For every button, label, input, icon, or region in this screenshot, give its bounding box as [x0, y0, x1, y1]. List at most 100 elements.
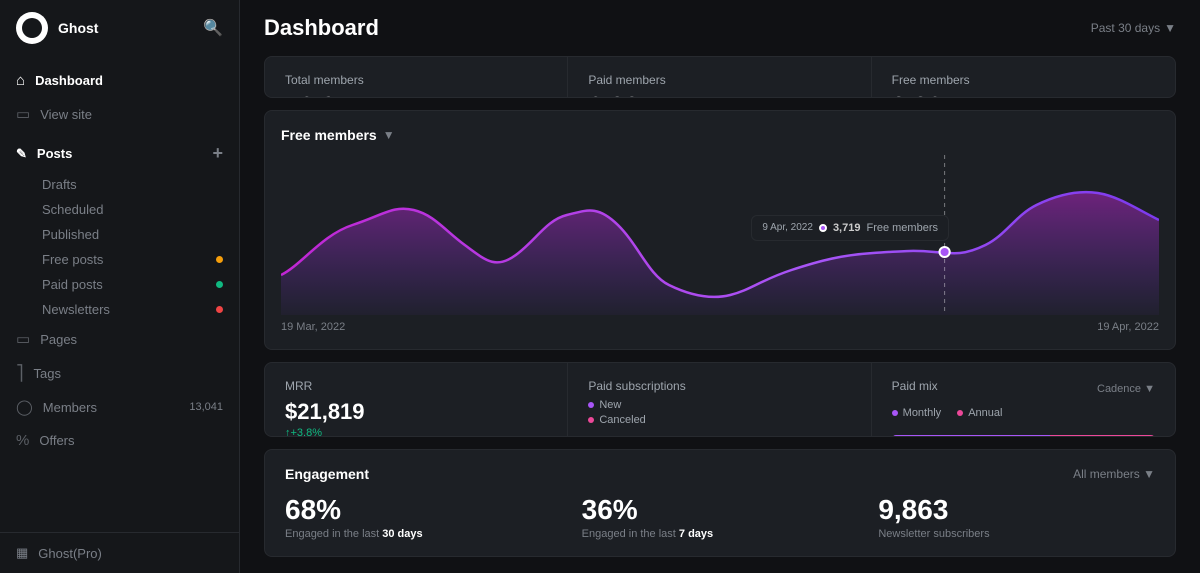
newsletter-subscribers-label: Newsletter subscribers — [878, 528, 1155, 540]
tags-label: Tags — [34, 366, 61, 381]
mrr-label: MRR — [285, 379, 547, 393]
paid-mix-progress-bar — [892, 435, 1155, 437]
total-members-value: 13,041 — [285, 91, 365, 98]
legend-monthly-dot — [892, 410, 898, 416]
engagement-7d-bold: 7 days — [679, 528, 713, 540]
logo-area: Ghost — [16, 12, 98, 44]
free-members-label: Free members — [892, 73, 1155, 87]
engagement-7d-sub: Engaged in the last 7 days — [582, 528, 859, 540]
paid-posts-dot — [216, 281, 223, 288]
free-members-svg-chart — [281, 155, 1159, 315]
sidebar: Ghost 🔍 ⌂ Dashboard ▭ View site ✎ Posts … — [0, 0, 240, 573]
search-icon[interactable]: 🔍 — [203, 18, 223, 38]
engagement-newsletter-subscribers: 9,863 Newsletter subscribers — [878, 494, 1155, 540]
free-members-value-row: 9,834 ↑+8% — [892, 91, 1155, 98]
sidebar-navigation: ⌂ Dashboard ▭ View site ✎ Posts + Drafts… — [0, 56, 239, 532]
chart-date-end: 19 Apr, 2022 — [1097, 321, 1159, 333]
pages-label: Pages — [40, 332, 77, 347]
legend-canceled: Canceled — [588, 414, 850, 426]
tooltip-dot — [819, 224, 827, 232]
paid-subscriptions-label: Paid subscriptions — [588, 379, 850, 393]
engagement-chevron-icon: ▼ — [1143, 467, 1155, 481]
pages-icon: ▭ — [16, 330, 30, 348]
ghost-pro-item[interactable]: ▦ Ghost(Pro) — [16, 545, 223, 561]
sidebar-item-dashboard[interactable]: ⌂ Dashboard — [0, 64, 239, 97]
sidebar-item-free-posts[interactable]: Free posts — [0, 247, 239, 272]
mrr-card: MRR $21,819 ↑+3.8% — [265, 363, 568, 437]
main-content-area: Dashboard Past 30 days ▼ Total members 1… — [240, 0, 1200, 573]
chevron-down-icon: ▼ — [1164, 21, 1176, 35]
chart-dropdown-icon[interactable]: ▼ — [383, 128, 395, 142]
stats-row: Total members 13,041 ↑+4% Paid members 3… — [264, 56, 1176, 98]
sidebar-item-drafts[interactable]: Drafts — [0, 172, 239, 197]
offers-label: Offers — [39, 433, 74, 448]
paid-members-value: 3,207 — [588, 91, 653, 98]
newsletter-subscribers-value: 9,863 — [878, 494, 1155, 526]
page-title: Dashboard — [264, 15, 379, 41]
paid-members-value-row: 3,207 ↑+1% — [588, 91, 850, 98]
sidebar-item-members[interactable]: ◯ Members 13,041 — [0, 390, 239, 424]
paid-members-card: Paid members 3,207 ↑+1% — [568, 57, 871, 98]
chart-header: Free members ▼ — [281, 127, 1159, 143]
all-members-label: All members — [1073, 467, 1140, 481]
mrr-change: ↑+3.8% — [285, 427, 547, 437]
engagement-30d-bold: 30 days — [382, 528, 422, 540]
legend-new: New — [588, 399, 850, 411]
legend-canceled-label: Canceled — [599, 414, 645, 426]
engagement-title: Engagement — [285, 466, 369, 482]
sidebar-item-view-site[interactable]: ▭ View site — [0, 97, 239, 131]
tooltip-label: Free members — [866, 222, 938, 234]
scheduled-label: Scheduled — [42, 202, 103, 217]
logo-inner — [22, 18, 42, 38]
tooltip-date: 9 Apr, 2022 — [762, 222, 813, 233]
sidebar-item-pages[interactable]: ▭ Pages — [0, 322, 239, 356]
legend-annual-label: Annual — [968, 407, 1002, 419]
paid-subscriptions-card: Paid subscriptions New Canceled — [568, 363, 871, 437]
sidebar-item-published[interactable]: Published — [0, 222, 239, 247]
engagement-stat-30-days: 68% Engaged in the last 30 days — [285, 494, 562, 540]
paid-subs-legends: New Canceled — [588, 399, 850, 426]
paid-posts-label: Paid posts — [42, 277, 103, 292]
legend-new-label: New — [599, 399, 621, 411]
posts-nav-parent[interactable]: ✎ Posts + — [0, 135, 239, 172]
sidebar-item-paid-posts[interactable]: Paid posts — [0, 272, 239, 297]
newsletters-dot — [216, 306, 223, 313]
paid-subs-bar-chart — [588, 434, 850, 437]
home-icon: ⌂ — [16, 72, 25, 89]
legend-annual: Annual — [957, 407, 1002, 419]
chart-tooltip: 9 Apr, 2022 3,719 Free members — [751, 215, 949, 241]
logo-icon — [16, 12, 48, 44]
time-filter-label: Past 30 days — [1091, 21, 1160, 35]
free-members-card: Free members 9,834 ↑+8% — [872, 57, 1175, 98]
members-count: 13,041 — [189, 401, 223, 413]
ghost-pro-icon: ▦ — [16, 545, 28, 561]
free-posts-label: Free posts — [42, 252, 103, 267]
sidebar-item-scheduled[interactable]: Scheduled — [0, 197, 239, 222]
paid-mix-card: Paid mix Cadence ▼ Monthly Annual — [872, 363, 1175, 437]
posts-section: ✎ Posts + Drafts Scheduled Published Fre… — [0, 135, 239, 322]
metrics-row: MRR $21,819 ↑+3.8% Paid subscriptions Ne… — [264, 362, 1176, 437]
add-post-icon[interactable]: + — [212, 143, 223, 164]
sidebar-item-newsletters[interactable]: Newsletters — [0, 297, 239, 322]
newsletters-label: Newsletters — [42, 302, 110, 317]
app-name: Ghost — [58, 20, 98, 36]
all-members-filter[interactable]: All members ▼ — [1073, 467, 1155, 481]
total-members-label: Total members — [285, 73, 547, 87]
cadence-button[interactable]: Cadence ▼ — [1097, 383, 1155, 395]
engagement-stat-7-days: 36% Engaged in the last 7 days — [582, 494, 859, 540]
posts-label: Posts — [37, 146, 72, 161]
members-label: Members — [43, 400, 97, 415]
sidebar-item-tags[interactable]: ⎤ Tags — [0, 356, 239, 390]
dashboard-content: Total members 13,041 ↑+4% Paid members 3… — [240, 56, 1200, 573]
sidebar-item-offers[interactable]: % Offers — [0, 424, 239, 457]
chart-date-start: 19 Mar, 2022 — [281, 321, 345, 333]
posts-nav-parent-left: ✎ Posts — [16, 146, 72, 162]
members-icon: ◯ — [16, 398, 33, 416]
posts-icon: ✎ — [16, 146, 27, 162]
published-label: Published — [42, 227, 99, 242]
time-filter-button[interactable]: Past 30 days ▼ — [1091, 21, 1176, 35]
legend-monthly: Monthly — [892, 407, 942, 419]
engagement-card: Engagement All members ▼ 68% Engaged in … — [264, 449, 1176, 557]
drafts-label: Drafts — [42, 177, 77, 192]
free-members-chart-card: Free members ▼ — [264, 110, 1176, 350]
